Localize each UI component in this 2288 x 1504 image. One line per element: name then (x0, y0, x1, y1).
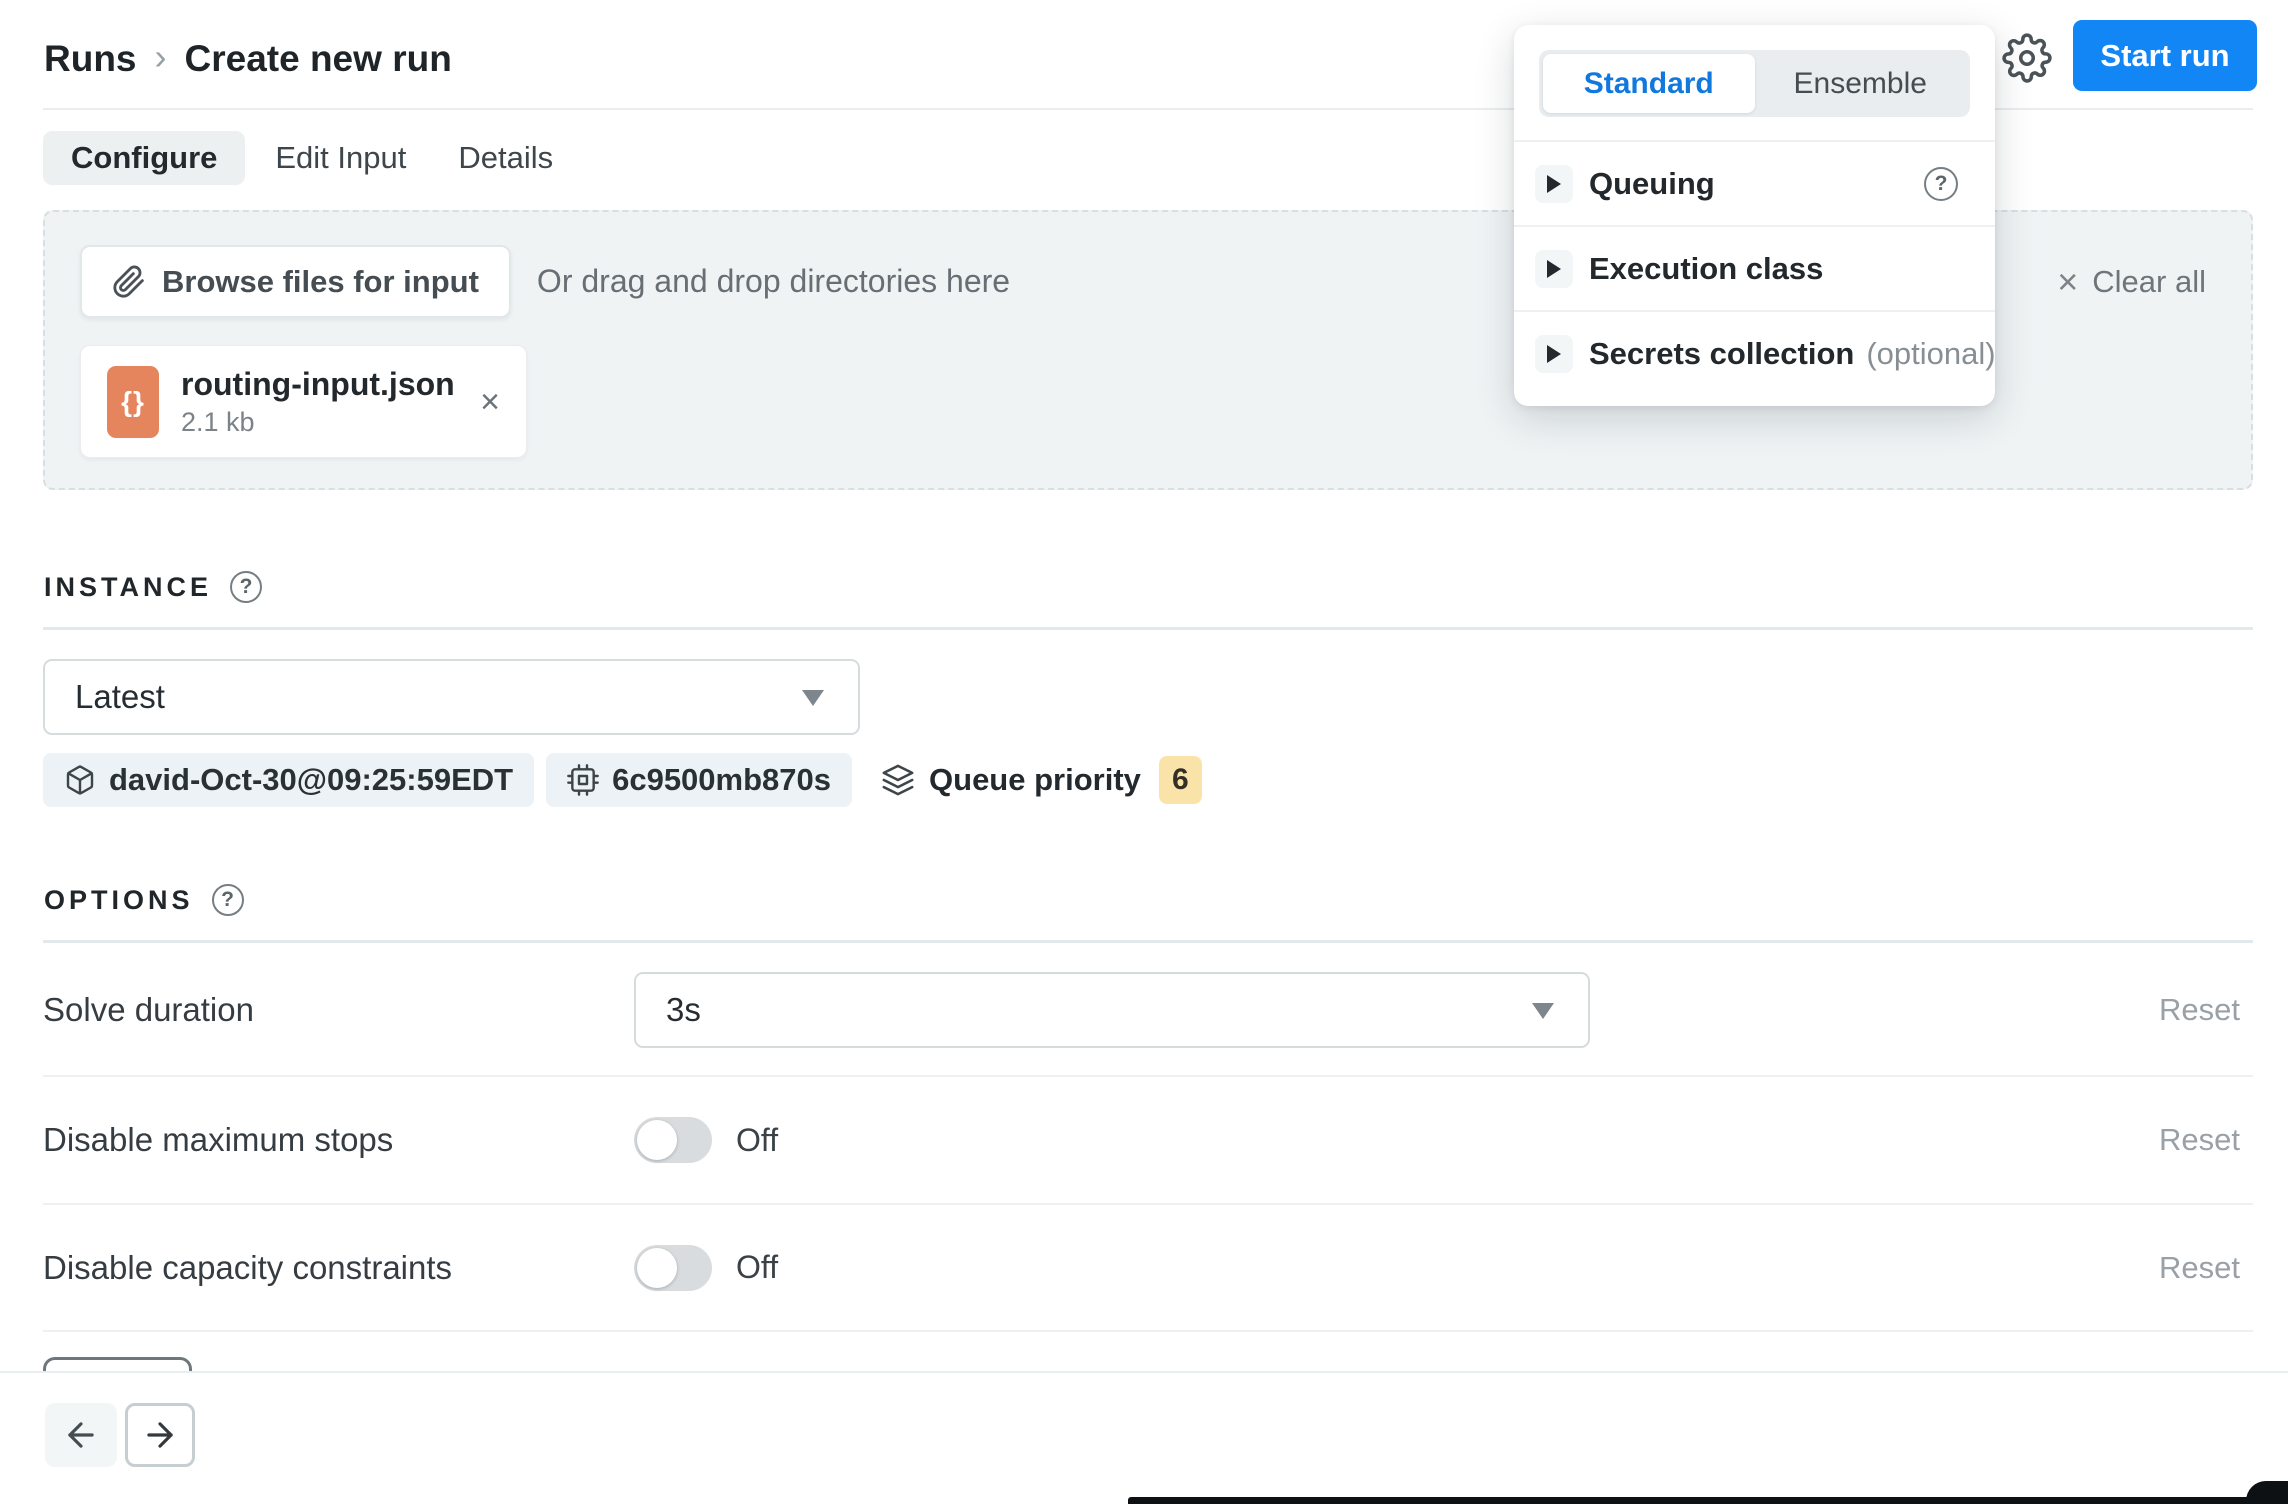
browse-files-label: Browse files for input (162, 263, 479, 299)
row-divider (43, 1330, 2253, 1332)
arrow-left-icon (68, 1422, 94, 1448)
queue-priority-label: Queue priority (929, 762, 1141, 797)
toggle-knob (637, 1247, 677, 1288)
footer (0, 1371, 2288, 1504)
disable-maximum-stops-toggle[interactable] (634, 1117, 712, 1163)
disable-maximum-stops-toggle-group: Off (634, 1117, 778, 1163)
solve-duration-reset[interactable]: Reset (2159, 992, 2253, 1028)
paperclip-icon (112, 265, 146, 299)
chevron-down-icon (802, 690, 824, 706)
options-section-header: OPTIONS ? (44, 884, 244, 916)
browse-files-button[interactable]: Browse files for input (80, 245, 511, 318)
run-type-segment-wrap: Standard Ensemble (1514, 25, 1995, 140)
instance-section-label: INSTANCE (44, 571, 213, 602)
chevron-right-icon (1547, 259, 1561, 278)
panel-row-secrets-collection[interactable]: Secrets collection (optional) (1514, 310, 1996, 395)
disable-capacity-constraints-reset[interactable]: Reset (2159, 1250, 2253, 1286)
panel-row-execution-class[interactable]: Execution class (1514, 225, 1995, 310)
disable-capacity-constraints-state: Off (736, 1249, 779, 1285)
solve-duration-value: 3s (666, 990, 701, 1028)
execution-class-label: Execution class (1589, 250, 1824, 286)
settings-gear-icon[interactable] (2002, 33, 2052, 83)
queue-priority-badge: 6 (1158, 756, 1202, 804)
panel-row-queuing[interactable]: Queuing ? (1514, 140, 1995, 225)
disable-capacity-constraints-toggle[interactable] (634, 1244, 712, 1291)
chevron-right-icon (1547, 174, 1561, 193)
tab-bar: Configure Edit Input Details (43, 131, 575, 185)
solve-duration-label: Solve duration (43, 990, 254, 1028)
disable-maximum-stops-label: Disable maximum stops (43, 1121, 394, 1158)
toggle-knob (637, 1120, 677, 1160)
arrow-right-icon (147, 1422, 173, 1448)
secrets-optional-label: (optional) (1866, 335, 1996, 371)
clear-all-button[interactable]: × Clear all (2057, 260, 2206, 302)
chevron-right-icon (1547, 344, 1561, 363)
drag-drop-hint: Or drag and drop directories here (536, 263, 1011, 299)
instance-version-chip: david-Oct-30@09:25:59EDT (43, 753, 535, 807)
run-type-segmented-control: Standard Ensemble (1539, 50, 1970, 117)
instance-id-label: 6c9500mb870s (612, 762, 832, 797)
instance-section-header: INSTANCE ? (44, 571, 263, 603)
tab-details[interactable]: Details (436, 131, 575, 185)
bottom-overlay-bar (1128, 1497, 2288, 1504)
layers-icon (881, 763, 915, 797)
options-divider (43, 940, 2253, 943)
file-name: routing-input.json (181, 365, 455, 402)
option-row-solve-duration: Solve duration 3s Reset (43, 944, 2253, 1075)
option-row-disable-capacity-constraints: Disable capacity constraints Off Reset (43, 1205, 2253, 1330)
instance-version-label: david-Oct-30@09:25:59EDT (109, 762, 514, 797)
instance-select[interactable]: Latest (43, 659, 860, 735)
json-file-icon: {} (107, 365, 159, 438)
cpu-icon (567, 764, 599, 796)
segment-standard[interactable]: Standard (1543, 54, 1755, 113)
file-size: 2.1 kb (181, 406, 255, 437)
tab-configure[interactable]: Configure (43, 131, 246, 185)
next-button[interactable] (125, 1403, 195, 1467)
file-meta: routing-input.json 2.1 kb (181, 366, 455, 438)
back-button[interactable] (45, 1403, 117, 1467)
expand-queuing-button[interactable] (1535, 164, 1573, 203)
instance-id-chip: 6c9500mb870s (546, 753, 853, 807)
disable-capacity-constraints-label: Disable capacity constraints (43, 1248, 453, 1286)
breadcrumb: Runs › Create new run (44, 36, 452, 82)
expand-execution-class-button[interactable] (1535, 249, 1573, 288)
option-row-disable-maximum-stops: Disable maximum stops Off Reset (43, 1077, 2253, 1203)
start-run-button[interactable]: Start run (2073, 20, 2257, 91)
disable-maximum-stops-reset[interactable]: Reset (2159, 1122, 2253, 1158)
expand-secrets-button[interactable] (1535, 334, 1573, 373)
page-title: Create new run (184, 38, 452, 79)
queuing-help-icon[interactable]: ? (1924, 166, 1958, 201)
package-icon (64, 764, 96, 796)
remove-file-icon[interactable]: × (480, 385, 500, 419)
uploaded-file-card: {} routing-input.json 2.1 kb × (80, 345, 527, 458)
clear-all-x-icon: × (2057, 260, 2079, 302)
disable-capacity-constraints-toggle-group: Off (634, 1244, 779, 1291)
solve-duration-select[interactable]: 3s (634, 971, 1590, 1048)
clear-all-label: Clear all (2092, 263, 2206, 299)
run-type-panel: Standard Ensemble Queuing ? Execution cl… (1514, 25, 1996, 406)
queuing-label: Queuing (1589, 165, 1715, 201)
queue-priority: Queue priority 6 (864, 756, 1202, 804)
breadcrumb-runs[interactable]: Runs (44, 38, 137, 80)
options-section-label: OPTIONS (44, 884, 194, 915)
chevron-down-icon (1532, 1002, 1554, 1019)
disable-maximum-stops-state: Off (736, 1121, 779, 1158)
breadcrumb-separator-icon: › (154, 36, 167, 77)
instance-select-value: Latest (75, 678, 165, 715)
secrets-collection-label: Secrets collection (1589, 335, 1855, 371)
instance-divider (43, 627, 2253, 630)
tab-edit-input[interactable]: Edit Input (253, 131, 428, 185)
segment-ensemble[interactable]: Ensemble (1755, 54, 1967, 113)
options-help-icon[interactable]: ? (211, 884, 244, 916)
create-new-run-page: Runs › Create new run Start run Configur… (0, 0, 2288, 1504)
instance-meta-row: david-Oct-30@09:25:59EDT 6c9500mb870s Qu… (43, 753, 1202, 807)
instance-help-icon[interactable]: ? (230, 571, 263, 603)
